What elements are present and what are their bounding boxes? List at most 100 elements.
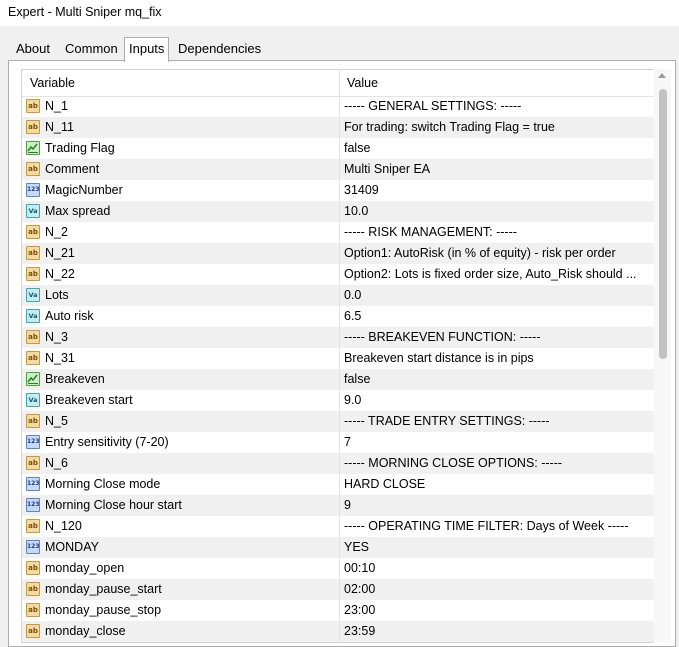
table-row[interactable]: ab N_11 For trading: switch Trading Flag =… xyxy=(22,117,665,138)
table-row[interactable]: ab N_31 Breakeven start distance is in pip… xyxy=(22,348,665,369)
value-cell[interactable]: ----- OPERATING TIME FILTER: Days of Wee… xyxy=(344,516,658,537)
tab-inputs[interactable]: Inputs xyxy=(124,37,170,62)
variable-name: MagicNumber xyxy=(45,183,123,197)
table-row[interactable]: ab N_1 ----- GENERAL SETTINGS: ----- xyxy=(22,96,665,117)
value-cell[interactable]: Breakeven start distance is in pips xyxy=(344,348,658,369)
variable-cell[interactable]: 123 Entry sensitivity (7-20) xyxy=(24,432,338,453)
variable-cell[interactable]: ab monday_pause_stop xyxy=(24,600,338,621)
value-cell[interactable]: false xyxy=(344,369,658,390)
value-cell[interactable]: 31409 xyxy=(344,180,658,201)
table-row[interactable]: ab N_3 ----- BREAKEVEN FUNCTION: ----- xyxy=(22,327,665,348)
variable-cell[interactable]: 123 Morning Close hour start xyxy=(24,495,338,516)
column-divider xyxy=(339,243,340,264)
table-row[interactable]: Va Auto risk 6.5 xyxy=(22,306,665,327)
value-cell[interactable]: 00:10 xyxy=(344,558,658,579)
value-cell[interactable]: ----- MORNING CLOSE OPTIONS: ----- xyxy=(344,453,658,474)
variable-cell[interactable]: ab N_5 xyxy=(24,411,338,432)
variable-cell[interactable]: ab N_22 xyxy=(24,264,338,285)
table-row[interactable]: ab Comment Multi Sniper EA xyxy=(22,159,665,180)
value-cell[interactable]: 10.0 xyxy=(344,201,658,222)
variable-name: N_1 xyxy=(45,99,68,113)
scroll-up-arrow-icon[interactable] xyxy=(658,73,666,78)
table-row[interactable]: Va Max spread 10.0 xyxy=(22,201,665,222)
string-type-icon: ab xyxy=(26,561,40,575)
column-divider xyxy=(339,201,340,222)
table-row[interactable]: Breakeven false xyxy=(22,369,665,390)
variable-cell[interactable]: ab N_6 xyxy=(24,453,338,474)
variable-cell[interactable]: ab monday_pause_start xyxy=(24,579,338,600)
variable-cell[interactable]: ab N_21 xyxy=(24,243,338,264)
table-row[interactable]: 123 Entry sensitivity (7-20) 7 xyxy=(22,432,665,453)
value-cell[interactable]: Option2: Lots is fixed order size, Auto_… xyxy=(344,264,658,285)
value-cell[interactable]: YES xyxy=(344,537,658,558)
variable-cell[interactable]: ab N_2 xyxy=(24,222,338,243)
value-column-header[interactable]: Value xyxy=(347,70,378,96)
table-row[interactable]: 123 Morning Close mode HARD CLOSE xyxy=(22,474,665,495)
scrollbar-thumb[interactable] xyxy=(659,89,667,359)
tab-dependencies[interactable]: Dependencies xyxy=(174,39,265,60)
value-cell[interactable]: HARD CLOSE xyxy=(344,474,658,495)
table-row[interactable]: ab monday_pause_stop 23:00 xyxy=(22,600,665,621)
variable-name: Trading Flag xyxy=(45,141,115,155)
value-cell[interactable] xyxy=(344,642,658,643)
value-cell[interactable]: false xyxy=(344,138,658,159)
variable-cell[interactable]: ab monday_close xyxy=(24,621,338,642)
variable-cell[interactable]: 123 MONDAY xyxy=(24,537,338,558)
variable-name: Breakeven start xyxy=(45,393,133,407)
value-cell[interactable]: ----- RISK MANAGEMENT: ----- xyxy=(344,222,658,243)
table-row[interactable]: 123 xyxy=(22,642,666,643)
table-row[interactable]: 123 MagicNumber 31409 xyxy=(22,180,665,201)
variable-cell[interactable]: ab N_11 xyxy=(24,117,338,138)
variable-cell[interactable]: Va Breakeven start xyxy=(24,390,338,411)
variable-cell[interactable]: Va Auto risk xyxy=(24,306,338,327)
tab-about[interactable]: About xyxy=(12,39,54,60)
value-cell[interactable]: ----- GENERAL SETTINGS: ----- xyxy=(344,96,658,117)
table-row[interactable]: ab N_120 ----- OPERATING TIME FILTER: Days… xyxy=(22,516,665,537)
variable-cell[interactable]: ab N_1 xyxy=(24,96,338,117)
value-cell[interactable]: 23:00 xyxy=(344,600,658,621)
variable-column-header[interactable]: Variable xyxy=(30,70,75,96)
table-row[interactable]: Va Lots 0.0 xyxy=(22,285,665,306)
variable-cell[interactable]: Va Max spread xyxy=(24,201,338,222)
variable-cell[interactable]: Breakeven xyxy=(24,369,338,390)
table-row[interactable]: Va Breakeven start 9.0 xyxy=(22,390,665,411)
variable-cell[interactable]: ab monday_open xyxy=(24,558,338,579)
table-row[interactable]: ab monday_close 23:59 xyxy=(22,621,665,642)
tab-common[interactable]: Common xyxy=(61,39,122,60)
table-row[interactable]: 123 Morning Close hour start 9 xyxy=(22,495,665,516)
value-cell[interactable]: 6.5 xyxy=(344,306,658,327)
variable-cell[interactable]: ab Comment xyxy=(24,159,338,180)
column-divider[interactable] xyxy=(339,70,340,96)
variable-cell[interactable]: Trading Flag xyxy=(24,138,338,159)
value-cell[interactable]: 9.0 xyxy=(344,390,658,411)
table-row[interactable]: ab monday_pause_start 02:00 xyxy=(22,579,665,600)
variable-cell[interactable]: Va Lots xyxy=(24,285,338,306)
variable-cell[interactable]: 123 MagicNumber xyxy=(24,180,338,201)
value-cell[interactable]: ----- BREAKEVEN FUNCTION: ----- xyxy=(344,327,658,348)
value-cell[interactable]: 7 xyxy=(344,432,658,453)
table-row[interactable]: ab N_6 ----- MORNING CLOSE OPTIONS: ----- xyxy=(22,453,665,474)
value-cell[interactable]: Multi Sniper EA xyxy=(344,159,658,180)
value-cell[interactable]: Option1: AutoRisk (in % of equity) - ris… xyxy=(344,243,658,264)
value-cell[interactable]: 9 xyxy=(344,495,658,516)
variable-cell[interactable]: ab N_3 xyxy=(24,327,338,348)
variable-name: monday_open xyxy=(45,561,125,575)
table-row[interactable]: ab N_5 ----- TRADE ENTRY SETTINGS: ----- xyxy=(22,411,665,432)
table-row[interactable]: ab N_22 Option2: Lots is fixed order size,… xyxy=(22,264,665,285)
table-row[interactable]: ab N_2 ----- RISK MANAGEMENT: ----- xyxy=(22,222,665,243)
value-cell[interactable]: ----- TRADE ENTRY SETTINGS: ----- xyxy=(344,411,658,432)
value-cell[interactable]: For trading: switch Trading Flag = true xyxy=(344,117,658,138)
variable-cell[interactable]: ab N_120 xyxy=(24,516,338,537)
variable-cell[interactable]: 123 Morning Close mode xyxy=(24,474,338,495)
value-cell[interactable]: 23:59 xyxy=(344,621,658,642)
table-row[interactable]: ab N_21 Option1: AutoRisk (in % of equity)… xyxy=(22,243,665,264)
table-row[interactable]: 123 MONDAY YES xyxy=(22,537,665,558)
variable-name: N_5 xyxy=(45,414,68,428)
value-cell[interactable]: 0.0 xyxy=(344,285,658,306)
variable-cell[interactable]: ab N_31 xyxy=(24,348,338,369)
table-row[interactable]: Trading Flag false xyxy=(22,138,665,159)
vertical-scrollbar[interactable] xyxy=(654,69,671,643)
variable-cell[interactable]: 123 xyxy=(24,642,338,643)
table-row[interactable]: ab monday_open 00:10 xyxy=(22,558,665,579)
value-cell[interactable]: 02:00 xyxy=(344,579,658,600)
